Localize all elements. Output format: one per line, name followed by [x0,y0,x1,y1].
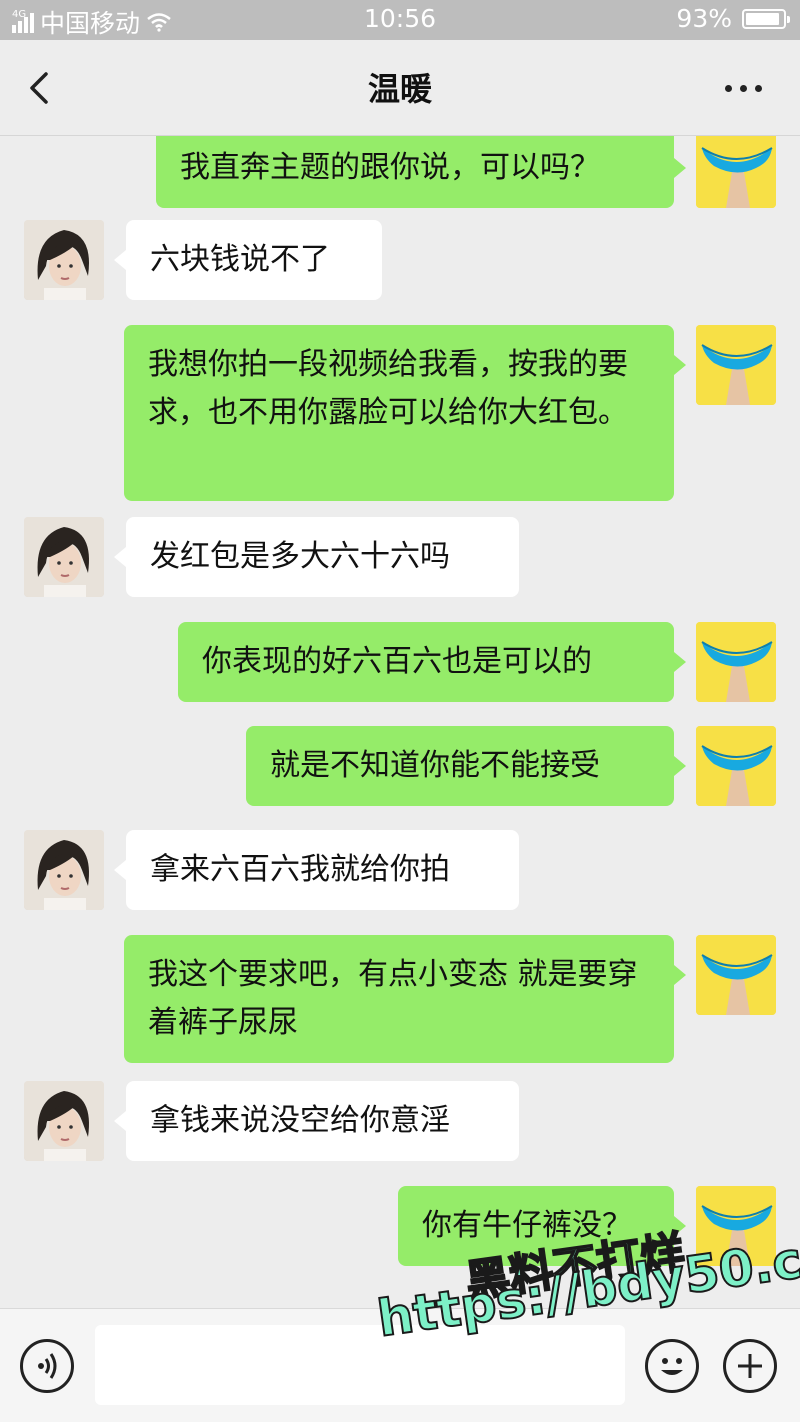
status-right: 93% [676,4,790,33]
emoji-icon[interactable] [645,1339,699,1393]
received-message-bubble[interactable]: 发红包是多大六十六吗 [114,517,519,597]
battery-percent: 93% [676,4,732,33]
received-message-bubble[interactable]: 拿来六百六我就给你拍 [114,830,519,910]
status-bar: 4G 中国移动 10:56 93% [0,0,800,40]
my-avatar[interactable] [696,325,776,405]
my-avatar[interactable] [696,935,776,1015]
sent-message-bubble[interactable]: 我想你拍一段视频给我看，按我的要求，也不用你露脸可以给你大红包。 [124,325,686,501]
sent-message-bubble[interactable]: 我直奔主题的跟你说，可以吗？ [156,136,686,208]
plus-icon[interactable] [723,1339,777,1393]
contact-avatar[interactable] [24,517,104,597]
message-row: 就是不知道你能不能接受 [0,726,800,806]
message-row: 你表现的好六百六也是可以的 [0,622,800,702]
battery-icon [742,8,790,29]
message-row: 发红包是多大六十六吗 [0,517,800,597]
my-avatar[interactable] [696,726,776,806]
sent-message-bubble[interactable]: 我这个要求吧，有点小变态 就是要穿着裤子尿尿 [124,935,686,1063]
chat-header: 温暖 [0,40,800,136]
message-row: 六块钱说不了 [0,220,800,300]
my-avatar[interactable] [696,136,776,208]
more-dots-icon[interactable] [725,85,762,92]
chat-title: 温暖 [367,70,432,108]
received-message-bubble[interactable]: 拿钱来说没空给你意淫 [114,1081,519,1161]
contact-avatar[interactable] [24,1081,104,1161]
voice-icon[interactable] [20,1339,74,1393]
message-row: 拿来六百六我就给你拍 [0,830,800,910]
received-message-bubble[interactable]: 六块钱说不了 [114,220,382,300]
message-row: 我直奔主题的跟你说，可以吗？ [0,136,800,208]
my-avatar[interactable] [696,622,776,702]
sent-message-bubble[interactable]: 就是不知道你能不能接受 [246,726,686,806]
message-row: 我想你拍一段视频给我看，按我的要求，也不用你露脸可以给你大红包。 [0,325,800,501]
contact-avatar[interactable] [24,220,104,300]
chat-history[interactable]: 我直奔主题的跟你说，可以吗？ 六块钱说不了我想你拍一段视频给我看，按我的要求，也不… [0,136,800,1308]
message-row: 我这个要求吧，有点小变态 就是要穿着裤子尿尿 [0,935,800,1063]
message-input[interactable] [95,1325,625,1405]
message-row: 拿钱来说没空给你意淫 [0,1081,800,1161]
sent-message-bubble[interactable]: 你表现的好六百六也是可以的 [178,622,686,702]
contact-avatar[interactable] [24,830,104,910]
